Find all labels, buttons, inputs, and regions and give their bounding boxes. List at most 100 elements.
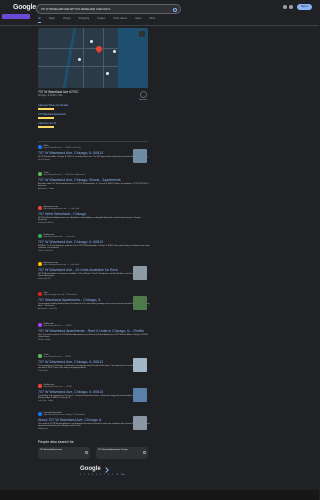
map-poi[interactable] [78,58,81,61]
favicon-icon [38,354,42,358]
rating-bar [38,117,54,119]
result-url[interactable]: https://www.apartments.com › ... › Lake … [44,208,80,210]
search-icon[interactable] [173,8,177,12]
next-page-link[interactable]: Next [121,474,125,476]
result-title-link[interactable]: 707 W Waveland Apartments - Rent 5 Units… [38,329,150,333]
result-url[interactable]: https://www.trulia.com › ... › Lake View… [44,174,85,176]
header-icons [283,5,293,9]
result-source[interactable]: Apartments.com https://www.apartments.com… [38,206,150,210]
result-url[interactable]: https://www.redfin.com › ... › 60613 [44,325,72,327]
page-number-link[interactable]: 1 [80,474,81,476]
result-url[interactable]: https://www.yelp.com › biz › 707-wavelan… [44,294,78,296]
google-logo[interactable]: Google [13,4,36,11]
info-row: Lakeview House Inc Rentals [38,104,148,110]
search-icon [85,451,88,454]
result-url[interactable]: https://www.realtor.com › ... › Lake Vie… [44,236,76,238]
related-search-card[interactable]: 707 Waveland Apartments [38,447,90,459]
map-poi[interactable] [106,72,109,75]
result-url[interactable]: https://www.lakeview.com › building › 70… [44,414,85,416]
related-search-card[interactable]: 707 Waveland Apartments Chicago [96,447,148,459]
footer [0,490,319,500]
result-meta: Starting: $1,450/mo [38,222,54,225]
result-url[interactable]: https://www.realtor.com › ... › 60613 [44,386,72,388]
location-map[interactable] [38,28,148,88]
signin-button[interactable]: Sign in [297,4,312,10]
result-meta: Apartments · Studio [38,188,54,191]
page-number-link[interactable]: 8 [108,474,109,476]
page-number-link[interactable]: 9 [112,474,113,476]
map-road [38,48,118,49]
info-link[interactable]: Lakeview House Inc Rentals [38,104,148,107]
favicon-icon [38,206,42,210]
result-url[interactable]: https://www.trulia.com › ... › 60613 [44,356,71,358]
tab-images[interactable]: Images [97,17,105,23]
favicon-icon [38,384,42,388]
related-searches-title: People also search for [38,440,74,444]
tab-videos[interactable]: Videos [63,17,71,23]
pager-logo: Google [80,466,101,472]
search-tabs: All Maps Videos Shopping Images Short vi… [38,17,155,23]
result-thumbnail[interactable] [133,358,147,372]
tab-maps[interactable]: Maps [49,17,55,23]
result-thumbnail[interactable] [133,149,147,163]
apps-icon[interactable] [289,5,293,9]
page-number-link[interactable]: 2 [84,474,85,476]
result-title-link[interactable]: 707 W Waveland Ave, Chicago, IL 60613 [38,240,150,244]
result-source[interactable]: Trulia https://www.trulia.com › ... › Lak… [38,172,150,176]
page-numbers: 1 2 3 4 5 6 7 8 9 10 Next [80,474,125,476]
map-poi[interactable] [90,40,93,43]
next-page-icon[interactable] [103,467,109,473]
tab-shopping[interactable]: Shopping [79,17,90,23]
page-number-link[interactable]: 7 [104,474,105,476]
result-thumbnail[interactable] [133,266,147,280]
rating-bar [38,108,54,110]
place-title: 707 W Waveland Ave #707C [38,90,79,94]
place-subtitle: Chicago, IL 60613, USA [38,95,63,97]
promo-badge [2,14,30,19]
result-snippet: RCMA ter Tx. IK with dating fee made for… [38,244,150,250]
expand-map-button[interactable] [139,31,145,37]
page-number-link[interactable]: 10 [116,474,118,476]
related-search-label[interactable]: 707 Waveland Apartments [40,449,62,451]
page-number-link[interactable]: 5 [96,474,97,476]
header-divider [0,25,319,26]
search-input[interactable]: 707 W WAVELAND AVE APT 8 IN WAVELAND CHI… [36,4,181,14]
result-url[interactable]: https://www.zillow.com › ... › 60613 › L… [44,147,81,149]
favicon-icon [38,145,42,149]
result-source[interactable]: Redfin.com https://www.redfin.com › ... ›… [38,323,150,327]
result-thumbnail[interactable] [133,416,147,430]
tab-more[interactable]: More [149,17,155,23]
map-road [83,28,84,88]
result-title-link[interactable]: 707 W Waveland Ave, Chicago, Illinois - … [38,178,150,182]
result-thumbnail[interactable] [133,388,147,402]
tab-short-videos[interactable]: Short videos [113,17,127,23]
tab-news[interactable]: News [135,17,141,23]
page-number-link[interactable]: 4 [92,474,93,476]
map-poi[interactable] [113,50,116,53]
related-search-label[interactable]: 707 Waveland Apartments Chicago [98,449,128,451]
result-title-link[interactable]: 707 West Waveland - Chicago [38,212,150,216]
info-link[interactable]: Lakeview LLC NI [38,122,148,125]
page-number-link[interactable]: 6 [100,474,101,476]
directions-label[interactable]: Directions [139,99,147,101]
map-lake [118,28,148,88]
search-result: Realtor.com https://www.realtor.com › ...… [38,234,150,252]
header: Google 707 W WAVELAND AVE APT 8 IN WAVEL… [0,0,319,26]
directions-button[interactable] [140,91,147,98]
info-link[interactable]: 707 Waveland Apartments [38,113,148,116]
result-snippet: 707 West Waveland Apartments is an affor… [38,216,142,222]
result-thumbnail[interactable] [133,296,147,310]
favicon-icon [38,323,42,327]
search-result: Apartments.com https://www.apartments.com… [38,206,150,224]
search-query[interactable]: 707 W WAVELAND AVE APT 8 IN WAVELAND CHI… [41,8,111,11]
location-pin-icon[interactable] [94,44,104,54]
page-number-link[interactable]: 3 [88,474,89,476]
favicon-icon [38,292,42,296]
favicon-icon [38,234,42,238]
result-snippet: View 17 contract reviews of 707 Waveland… [38,333,148,339]
result-url[interactable]: https://www.apartments.com › ... › Lake … [44,264,80,266]
result-source[interactable]: Realtor.com https://www.realtor.com › ...… [38,234,150,238]
settings-icon[interactable] [283,5,287,9]
info-row: Lakeview LLC NI [38,122,148,128]
tab-all[interactable]: All [38,17,41,23]
